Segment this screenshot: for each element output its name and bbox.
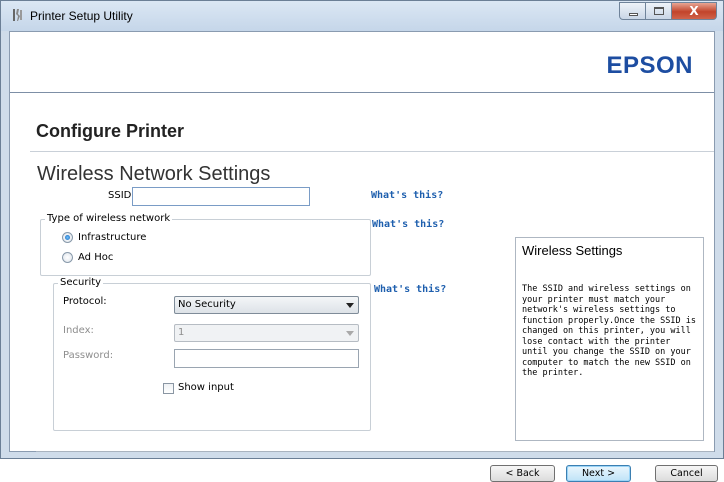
title-bar[interactable]: Printer Setup Utility X — [1, 1, 723, 31]
footer-divider — [36, 451, 714, 452]
radio-label: Infrastructure — [78, 232, 147, 243]
main-panel: Configure Printer Wireless Network Setti… — [10, 93, 718, 482]
client-area: EPSON Configure Printer Wireless Network… — [9, 31, 718, 482]
protocol-value: No Security — [178, 299, 236, 310]
network-type-legend: Type of wireless network — [45, 213, 173, 224]
chevron-down-icon — [346, 303, 354, 308]
index-dropdown[interactable]: 1 — [174, 324, 359, 342]
window-title: Printer Setup Utility — [30, 9, 133, 23]
show-input-label: Show input — [178, 382, 234, 393]
info-text: The SSID and wireless settings on your p… — [522, 284, 696, 378]
maximize-button[interactable] — [646, 2, 672, 20]
next-button[interactable]: Next > — [566, 465, 631, 482]
section-title: Wireless Network Settings — [37, 163, 271, 185]
info-title: Wireless Settings — [522, 243, 623, 258]
setup-window: Printer Setup Utility X EPSON Configure … — [0, 0, 724, 482]
radio-button-checked[interactable] — [62, 232, 73, 243]
security-legend: Security — [58, 277, 104, 288]
minimize-button[interactable] — [619, 2, 646, 20]
info-panel: Wireless Settings The SSID and wireless … — [515, 237, 704, 441]
cancel-button[interactable]: Cancel — [655, 465, 718, 482]
index-value: 1 — [178, 327, 185, 338]
radio-button[interactable] — [62, 252, 73, 263]
show-input-checkbox[interactable] — [163, 383, 174, 394]
caption-buttons: X — [619, 2, 717, 21]
protocol-label: Protocol: — [63, 296, 107, 307]
brand-header: EPSON — [10, 32, 714, 92]
security-group: Security Protocol: No Security Index: 1 … — [53, 277, 371, 431]
printer-tool-icon — [13, 9, 22, 21]
chevron-down-icon — [346, 331, 354, 336]
radio-label: Ad Hoc — [78, 252, 114, 263]
password-input[interactable] — [174, 349, 359, 368]
network-type-group: Type of wireless network Infrastructure … — [40, 213, 371, 276]
security-help-link[interactable]: What's this? — [374, 284, 446, 295]
ssid-help-link[interactable]: What's this? — [371, 190, 443, 201]
network-type-help-link[interactable]: What's this? — [372, 219, 444, 230]
section-divider — [30, 151, 714, 152]
epson-logo: EPSON — [606, 52, 693, 79]
close-button[interactable]: X — [672, 2, 717, 20]
password-label: Password: — [63, 350, 114, 361]
radio-infrastructure[interactable]: Infrastructure — [62, 232, 146, 243]
index-label: Index: — [63, 325, 94, 336]
ssid-label: SSID: — [108, 190, 135, 201]
close-icon: X — [689, 4, 699, 18]
maximize-icon — [654, 7, 664, 15]
protocol-dropdown[interactable]: No Security — [174, 296, 359, 314]
radio-ad-hoc[interactable]: Ad Hoc — [62, 252, 113, 263]
ssid-input[interactable] — [132, 187, 310, 206]
page-title: Configure Printer — [36, 121, 185, 141]
back-button[interactable]: < Back — [490, 465, 555, 482]
minimize-icon — [629, 13, 638, 16]
